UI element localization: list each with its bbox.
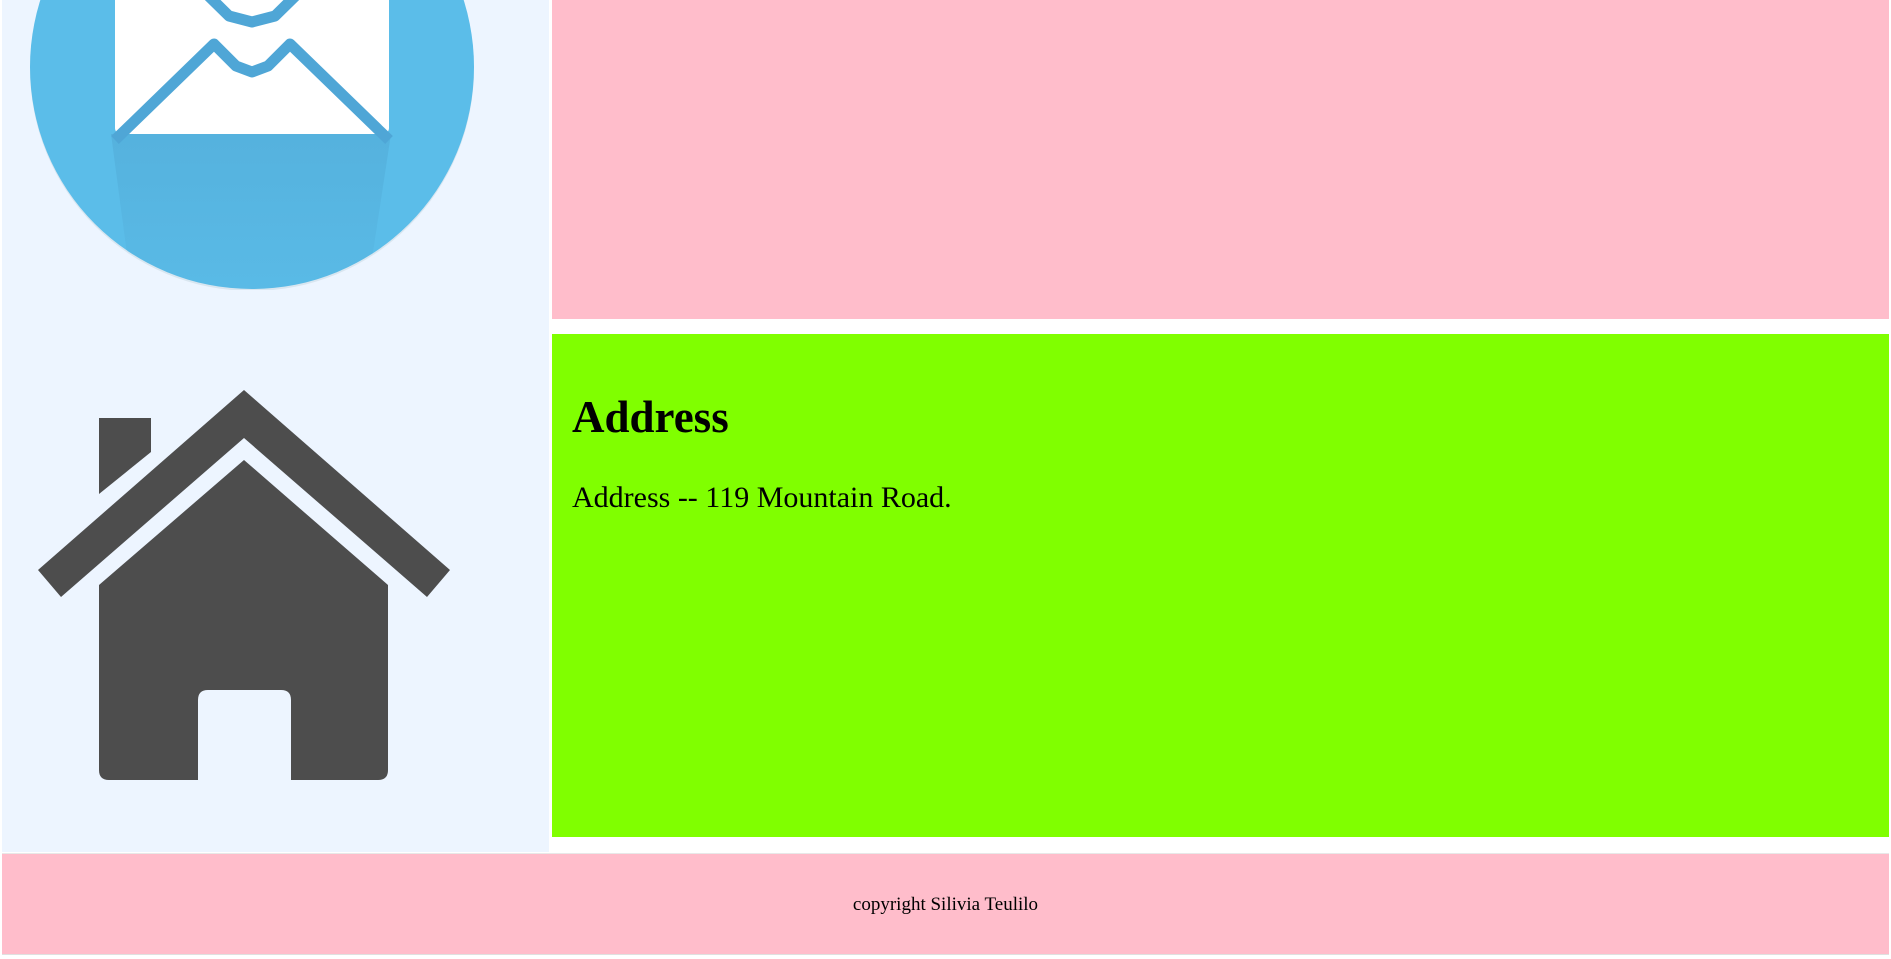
copyright-text: copyright Silivia Teulilo [852,894,1039,915]
footer: copyright Silivia Teulilo [2,853,1889,955]
page: Address Address -- 119 Mountain Road. co… [2,0,1889,959]
address-heading: Address [572,392,729,442]
icon-sidebar [2,0,549,852]
home-icon [37,390,452,785]
top-content-panel [552,0,1889,319]
mail-icon [29,0,475,290]
address-text: Address -- 119 Mountain Road. [572,481,952,514]
address-panel: Address Address -- 119 Mountain Road. [552,334,1889,837]
